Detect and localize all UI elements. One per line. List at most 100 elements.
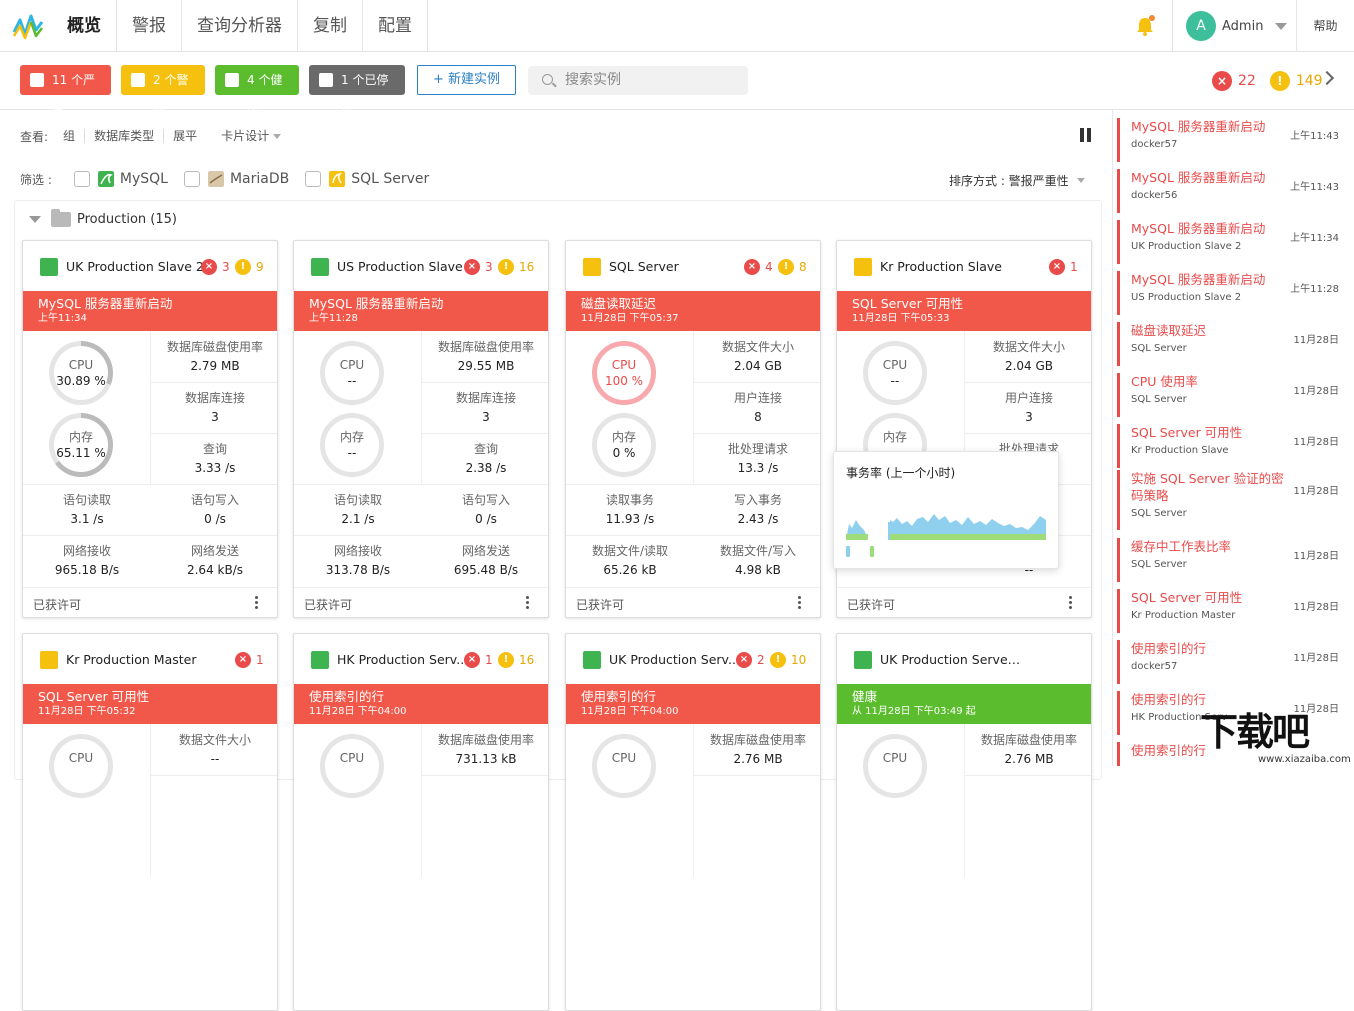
alert-title: MySQL 服务器重新启动 [1131,119,1266,134]
more-options-icon[interactable] [1069,596,1073,612]
nav-replication[interactable]: 复制 [297,0,362,52]
critical-badge[interactable]: × 1 [1049,258,1078,276]
status-banner[interactable]: 健康从 11月28日 下午03:49 起 [837,684,1091,724]
metric-value: -- [210,752,220,766]
instance-name[interactable]: HK Production Serv... [337,651,479,669]
critical-badge[interactable]: × 3 [201,258,230,276]
status-banner[interactable]: MySQL 服务器重新启动 上午11:28 [294,291,548,331]
status-banner[interactable]: 磁盘读取延迟 11月28日 下午05:37 [566,291,820,331]
filter-label: 筛选 : [20,172,52,187]
cpu-gauge: CPU [592,734,656,798]
instance-card[interactable]: UK Production Slave 2 ! 9 × 3 MySQL 服务器重新启动 上午… [22,240,278,618]
view-group[interactable]: 组 [54,129,84,143]
divider [965,382,1091,383]
mysql-label: MySQL [119,171,168,187]
nav-query-analyzer[interactable]: 查询分析器 [181,0,297,52]
group-header[interactable]: Production (15) [29,209,177,227]
more-options-icon[interactable] [255,596,259,612]
filter-stopped-button[interactable]: 1 个已停止 [309,65,405,117]
instance-name[interactable]: US Production Slave 2 [337,258,479,276]
more-options-icon[interactable] [798,596,802,612]
banner-title: MySQL 服务器重新启动 [38,296,173,311]
instance-name[interactable]: UK Production Server 2 [880,651,1022,669]
gauge-value: 30.89 % [56,374,106,388]
app-logo[interactable] [12,12,44,40]
pause-icon[interactable] [1080,128,1092,142]
alert-item[interactable]: 实施 SQL Server 验证的密码策略 SQL Server 11月28日 [1117,470,1347,530]
alert-item[interactable]: 磁盘读取延迟 SQL Server 11月28日 [1117,322,1347,366]
instance-name[interactable]: UK Production Slave 2 [66,258,208,276]
alert-item[interactable]: SQL Server 可用性 Kr Production Master 11月28日 [1117,589,1347,633]
notification-bell-icon[interactable] [1134,15,1156,37]
instance-card[interactable]: UK Production Serv... ! 10 × 2 使用索引的行 11月28日 下… [565,633,821,1011]
metric-cell: 批处理请求 13.3 /s [694,441,820,476]
alert-item[interactable]: 缓存中工作表比率 SQL Server 11月28日 [1117,538,1347,582]
filter-critical-button[interactable]: 11 个严重 [20,65,111,117]
status-banner[interactable]: 使用索引的行 11月28日 下午04:00 [294,684,548,724]
alert-item[interactable]: CPU 使用率 SQL Server 11月28日 [1117,373,1347,417]
more-options-icon[interactable] [526,596,530,612]
warning-badge[interactable]: ! 16 [498,258,534,276]
metric-label: 批处理请求 [727,442,788,456]
alert-item[interactable]: MySQL 服务器重新启动 UK Production Slave 2 上午11:3… [1117,220,1347,264]
status-banner[interactable]: 使用索引的行 11月28日 下午04:00 [566,684,820,724]
metric-cell: 数据文件/读取 65.26 kB [566,543,694,578]
sort-dropdown[interactable]: 排序方式 : 警报严重性 [949,172,1085,189]
filter-healthy-button[interactable]: 4 个健康 [215,65,299,117]
metric-value: 2.43 /s [737,512,779,526]
critical-count: 1 [1070,260,1078,274]
metrics-grid: CPU 数据库磁盘使用率 2.76 MB [837,724,1091,980]
banner-time: 11月28日 下午05:37 [581,313,679,324]
alert-item[interactable]: MySQL 服务器重新启动 docker56 上午11:43 [1117,169,1347,213]
divider [422,775,548,776]
warning-badge[interactable]: ! 8 [778,258,807,276]
sqlserver-checkbox[interactable] [305,171,322,187]
filter-warning-button[interactable]: 2 个警告 [121,65,205,117]
card-design-dropdown[interactable]: 卡片设计 [212,129,290,143]
status-banner[interactable]: SQL Server 可用性 11月28日 下午05:33 [837,291,1091,331]
critical-badge[interactable]: × 4 [744,258,773,276]
alert-counts[interactable]: × 22 ! 149 [1212,68,1323,94]
search-input[interactable]: 搜索实例 [528,66,748,95]
instance-card[interactable]: Kr Production Master × 1 SQL Server 可用性 11月2… [22,633,278,1011]
warning-badge[interactable]: ! 9 [235,258,264,276]
critical-count: 3 [485,260,493,274]
alert-item[interactable]: 使用索引的行 docker57 11月28日 [1117,640,1347,684]
alert-time: 11月28日 [1293,486,1339,497]
alert-item[interactable]: SQL Server 可用性 Kr Production Slave 11月28日 [1117,424,1347,468]
nav-configuration[interactable]: 配置 [362,0,428,52]
critical-badge[interactable]: × 1 [235,651,264,669]
alert-item[interactable]: MySQL 服务器重新启动 docker57 上午11:43 [1117,118,1347,162]
status-banner[interactable]: SQL Server 可用性 11月28日 下午05:32 [23,684,277,724]
user-menu[interactable]: A Admin [1172,0,1296,52]
instance-card[interactable]: US Production Slave 2 ! 16 × 3 MySQL 服务器重新启动上… [293,240,549,618]
instance-card[interactable]: HK Production Serv... ! 16 × 1 使用索引的行 11月28日 下… [293,633,549,1011]
help-link[interactable]: 帮助 [1296,0,1354,52]
metric-value: 2.38 /s [465,461,507,475]
view-flat[interactable]: 展平 [163,129,206,143]
critical-badge[interactable]: × 3 [464,258,493,276]
critical-badge[interactable]: × 2 [736,651,765,669]
nav-alerts[interactable]: 警报 [116,0,181,52]
critical-count: 3 [222,260,230,274]
metric-cell: 数据库磁盘使用率 29.55 MB [422,339,548,374]
alert-item[interactable]: MySQL 服务器重新启动 US Production Slave 2 上午11:2… [1117,271,1347,315]
instance-card[interactable]: SQL Server ! 8 × 4 磁盘读取延迟 11月28日 下午05:37 CPU 100… [565,240,821,618]
mariadb-checkbox[interactable] [183,171,200,187]
status-banner[interactable]: MySQL 服务器重新启动 上午11:34 [23,291,277,331]
warning-badge[interactable]: ! 10 [770,651,806,669]
instance-card[interactable]: UK Production Server 2 健康从 11月28日 下午03:49… [836,633,1092,1011]
metric-value: 2.04 GB [1004,359,1054,373]
filter-healthy-label: 4 个健康 [247,73,283,117]
warning-badge[interactable]: ! 16 [498,651,534,669]
instance-name[interactable]: Kr Production Slave [880,258,1022,276]
critical-badge[interactable]: × 1 [464,651,493,669]
cpu-gauge: CPU 100 % [592,341,656,405]
instance-name[interactable]: UK Production Serv... [609,651,751,669]
nav-overview[interactable]: 概览 [52,0,116,52]
instance-name[interactable]: Kr Production Master [66,651,208,669]
new-instance-button[interactable]: + 新建实例 [417,65,516,95]
instance-name[interactable]: SQL Server [609,258,751,276]
view-db-type[interactable]: 数据库类型 [84,129,163,143]
mysql-checkbox[interactable] [73,171,90,187]
